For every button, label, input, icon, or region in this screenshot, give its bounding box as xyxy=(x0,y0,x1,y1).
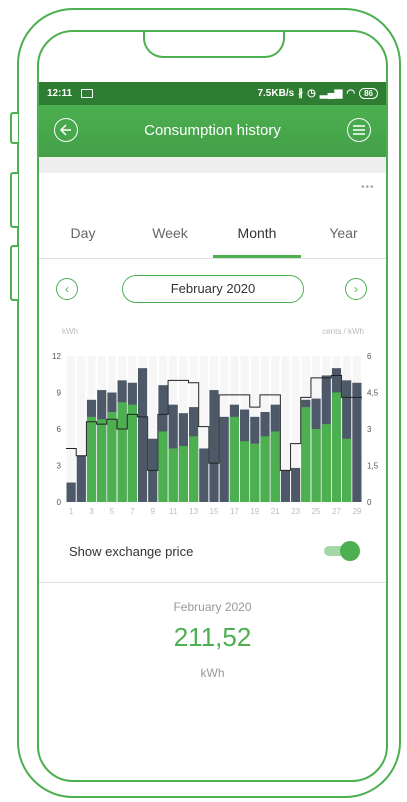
left-axis-tick: 3 xyxy=(57,462,62,471)
total-consumption-bar xyxy=(66,482,76,502)
previous-period-button[interactable]: ‹ xyxy=(56,278,78,300)
more-options-icon[interactable]: ••• xyxy=(361,182,375,193)
x-axis-tick: 19 xyxy=(250,507,259,516)
bluetooth-icon: ∦ xyxy=(298,88,304,99)
total-consumption-bar xyxy=(76,455,86,502)
period-tabs: Day Week Month Year xyxy=(39,222,386,259)
exchange-price-row: Show exchange price xyxy=(39,538,386,583)
green-consumption-bar xyxy=(301,407,311,502)
green-consumption-bar xyxy=(158,431,168,502)
left-axis-unit: kWh xyxy=(62,327,78,336)
green-consumption-bar xyxy=(168,448,178,502)
total-consumption-bar xyxy=(352,382,362,502)
green-consumption-bar xyxy=(342,438,352,502)
total-consumption-bar xyxy=(137,368,148,502)
green-consumption-bar xyxy=(250,443,260,502)
alarm-icon: ◷ xyxy=(307,88,316,99)
wifi-icon: ◠ xyxy=(346,88,356,99)
green-consumption-bar xyxy=(270,431,280,502)
status-time: 12:11 xyxy=(47,88,73,99)
x-axis-tick: 11 xyxy=(169,507,178,516)
chevron-left-icon: ‹ xyxy=(65,282,69,296)
tab-week[interactable]: Week xyxy=(127,222,213,258)
x-axis-tick: 27 xyxy=(332,507,341,516)
left-axis-tick: 9 xyxy=(57,389,62,398)
total-consumption-bar xyxy=(219,416,229,502)
green-consumption-bar xyxy=(117,402,127,502)
right-axis-tick: 1,5 xyxy=(367,462,379,471)
summary-unit: kWh xyxy=(200,666,225,680)
right-axis-unit: cents / kWh xyxy=(322,327,364,336)
x-axis-tick: 13 xyxy=(189,507,198,516)
chevron-right-icon: › xyxy=(354,282,358,296)
app-screen: 12:11 7.5KB/s ∦ ◷ ▂▄▆ ◠ 86 Consumption h… xyxy=(37,30,388,782)
total-consumption-bar xyxy=(209,390,219,502)
right-axis-tick: 0 xyxy=(367,498,372,507)
left-axis-tick: 0 xyxy=(57,498,62,507)
total-consumption-bar xyxy=(291,467,301,502)
green-consumption-bar xyxy=(229,416,240,502)
tab-year[interactable]: Year xyxy=(301,222,386,258)
green-consumption-bar xyxy=(97,419,107,502)
period-selector[interactable]: February 2020 xyxy=(122,275,304,303)
total-consumption-bar xyxy=(199,448,209,502)
right-axis-tick: 6 xyxy=(367,352,372,361)
tab-day[interactable]: Day xyxy=(39,222,127,258)
app-header: Consumption history xyxy=(39,105,386,157)
header-shadow xyxy=(39,157,386,173)
summary-total: 211,52 xyxy=(173,622,252,652)
green-consumption-bar xyxy=(331,392,342,502)
phone-notch xyxy=(143,32,285,58)
x-axis-tick: 3 xyxy=(89,507,94,516)
network-speed: 7.5KB/s xyxy=(257,88,295,99)
page-title: Consumption history xyxy=(144,122,281,139)
battery-icon: 86 xyxy=(359,88,378,99)
signal-icon: ▂▄▆ xyxy=(319,88,343,99)
right-axis-tick: 3 xyxy=(367,425,372,434)
green-consumption-bar xyxy=(86,416,97,502)
status-bar: 12:11 7.5KB/s ∦ ◷ ▂▄▆ ◠ 86 xyxy=(39,82,386,105)
total-consumption-bar xyxy=(280,470,291,502)
x-axis-tick: 9 xyxy=(151,507,156,516)
x-axis-tick: 17 xyxy=(230,507,239,516)
left-axis-tick: 6 xyxy=(57,425,62,434)
consumption-chart: 03691201,534,561 3 5 7 9 11 13 15 17 19 21 23 25 27 29 xyxy=(52,352,379,516)
toggle-label: Show exchange price xyxy=(69,544,194,559)
green-consumption-bar xyxy=(260,436,270,502)
green-consumption-bar xyxy=(240,441,250,502)
left-axis-tick: 12 xyxy=(52,352,61,361)
x-axis-tick: 25 xyxy=(312,507,321,516)
green-consumption-bar xyxy=(321,424,331,502)
x-axis-tick: 7 xyxy=(130,507,135,516)
x-axis-tick: 1 xyxy=(69,507,74,516)
x-axis-tick: 29 xyxy=(352,507,361,516)
menu-button[interactable] xyxy=(347,118,371,142)
green-consumption-bar xyxy=(127,404,137,502)
right-axis-tick: 4,5 xyxy=(367,389,379,398)
next-period-button[interactable]: › xyxy=(345,278,367,300)
green-consumption-bar xyxy=(107,411,117,502)
hamburger-menu-icon xyxy=(353,125,365,135)
x-axis-tick: 15 xyxy=(210,507,219,516)
summary-period: February 2020 xyxy=(173,600,252,614)
phone-side-button xyxy=(10,245,18,301)
tab-month[interactable]: Month xyxy=(213,222,301,258)
toggle-thumb[interactable] xyxy=(340,541,360,561)
x-axis-tick: 21 xyxy=(271,507,280,516)
phone-side-button xyxy=(10,172,18,228)
x-axis-tick: 23 xyxy=(291,507,300,516)
green-consumption-bar xyxy=(178,446,188,502)
green-consumption-bar xyxy=(188,436,199,502)
green-consumption-bar xyxy=(311,429,321,502)
phone-side-button xyxy=(10,112,18,144)
x-axis-tick: 5 xyxy=(110,507,115,516)
active-tab-indicator xyxy=(213,255,301,258)
background-band xyxy=(67,356,76,502)
notification-icon xyxy=(81,89,93,98)
